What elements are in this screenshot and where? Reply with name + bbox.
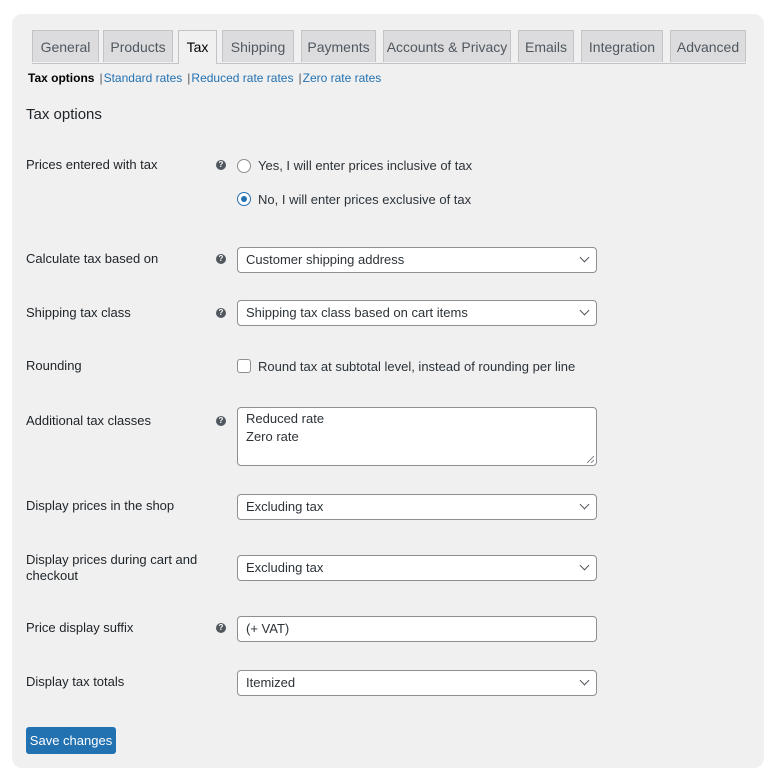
- shipping-tax-class-value: Shipping tax class based on cart items: [246, 305, 468, 320]
- display-tax-totals-value: Itemized: [246, 675, 296, 690]
- display-cart-select[interactable]: Excluding tax: [237, 555, 597, 581]
- shipping-tax-class-label: Shipping tax class: [26, 305, 131, 320]
- prices-exclusive-radio[interactable]: [237, 192, 251, 206]
- tab-integration[interactable]: Integration: [581, 30, 663, 62]
- additional-tax-classes-label: Additional tax classes: [26, 413, 152, 428]
- chevron-down-icon: [579, 675, 590, 686]
- calculate-based-on-value: Customer shipping address: [246, 252, 405, 267]
- prices-inclusive-label[interactable]: Yes, I will enter prices inclusive of ta…: [258, 158, 472, 173]
- additional-tax-classes-textarea[interactable]: Reduced rate Zero rate: [237, 407, 597, 466]
- chevron-down-icon: [579, 560, 590, 571]
- resize-handle-icon[interactable]: [587, 456, 594, 463]
- prices-entered-label: Prices entered with tax: [26, 157, 158, 172]
- subnav-separator: |: [298, 71, 302, 85]
- tab-payments[interactable]: Payments: [301, 30, 376, 62]
- rounding-label: Rounding: [26, 358, 82, 373]
- subnav-separator: |: [187, 71, 191, 85]
- rounding-checkbox[interactable]: [237, 359, 251, 373]
- subnav-standard-rates[interactable]: Standard rates: [104, 71, 183, 85]
- tax-subnav: Tax options |Standard rates |Reduced rate …: [28, 71, 381, 85]
- tab-products[interactable]: Products: [103, 30, 173, 62]
- subnav-reduced-rate-rates[interactable]: Reduced rate rates: [191, 71, 293, 85]
- save-changes-button[interactable]: Save changes: [26, 727, 116, 754]
- help-icon[interactable]: ?: [216, 308, 226, 318]
- subnav-tax-options: Tax options: [28, 71, 95, 85]
- display-shop-select[interactable]: Excluding tax: [237, 494, 597, 520]
- subnav-separator: |: [99, 71, 103, 85]
- tab-emails[interactable]: Emails: [518, 30, 574, 62]
- chevron-down-icon: [579, 499, 590, 510]
- tab-general[interactable]: General: [32, 30, 99, 62]
- display-cart-label: Display prices during cart and checkout: [26, 552, 198, 583]
- subnav-zero-rate-rates[interactable]: Zero rate rates: [303, 71, 382, 85]
- price-suffix-label: Price display suffix: [26, 620, 134, 635]
- calculate-based-on-label: Calculate tax based on: [26, 251, 159, 266]
- help-icon[interactable]: ?: [216, 254, 226, 264]
- tax-class-line: Reduced rate: [246, 411, 325, 426]
- chevron-down-icon: [579, 305, 590, 316]
- tax-class-line: Zero rate: [246, 429, 299, 444]
- section-title: Tax options: [26, 106, 102, 123]
- display-shop-value: Excluding tax: [246, 499, 324, 514]
- help-icon[interactable]: ?: [216, 416, 226, 426]
- tab-advanced[interactable]: Advanced: [670, 30, 746, 62]
- help-icon[interactable]: ?: [216, 623, 226, 633]
- prices-exclusive-label[interactable]: No, I will enter prices exclusive of tax: [258, 192, 471, 207]
- prices-inclusive-radio[interactable]: [237, 159, 251, 173]
- price-suffix-input[interactable]: (+ VAT): [237, 616, 597, 642]
- help-icon[interactable]: ?: [216, 160, 226, 170]
- rounding-checkbox-label[interactable]: Round tax at subtotal level, instead of …: [258, 359, 575, 374]
- display-cart-value: Excluding tax: [246, 560, 324, 575]
- tab-shipping[interactable]: Shipping: [222, 30, 294, 62]
- settings-tabs: General Products Tax Shipping Payments A…: [32, 30, 746, 64]
- shipping-tax-class-select[interactable]: Shipping tax class based on cart items: [237, 300, 597, 326]
- calculate-based-on-select[interactable]: Customer shipping address: [237, 247, 597, 273]
- tab-accounts-privacy[interactable]: Accounts & Privacy: [383, 30, 511, 62]
- settings-panel: General Products Tax Shipping Payments A…: [12, 14, 764, 768]
- chevron-down-icon: [579, 252, 590, 263]
- display-tax-totals-label: Display tax totals: [26, 674, 125, 689]
- display-shop-label: Display prices in the shop: [26, 498, 175, 513]
- tab-tax[interactable]: Tax: [178, 30, 217, 64]
- display-tax-totals-select[interactable]: Itemized: [237, 670, 597, 696]
